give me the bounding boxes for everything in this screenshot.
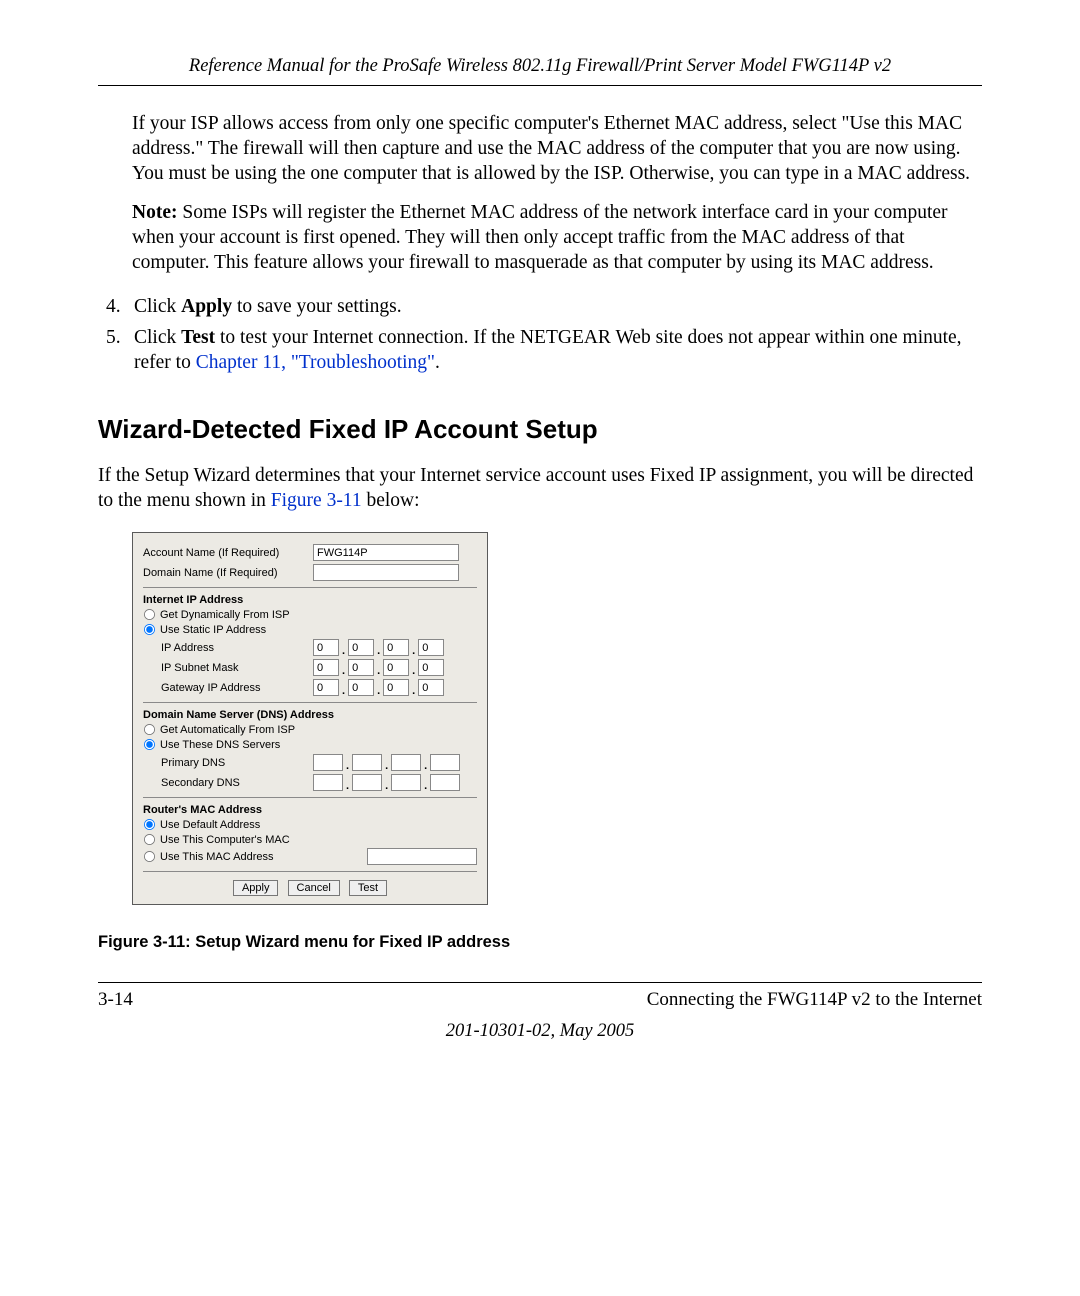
gateway-oct1[interactable] (313, 679, 339, 696)
step-4: 4. Click Apply to save your settings. (106, 294, 982, 319)
separator-3 (143, 797, 477, 798)
ip-address-oct1[interactable] (313, 639, 339, 656)
header-rule (98, 85, 982, 86)
secondary-dns-label: Secondary DNS (143, 777, 313, 789)
footer-chapter: Connecting the FWG114P v2 to the Interne… (647, 989, 982, 1011)
step-4-text-b: to save your settings. (232, 296, 402, 317)
figure-caption: Figure 3-11: Setup Wizard menu for Fixed… (98, 933, 982, 952)
step-4-apply: Apply (181, 296, 232, 317)
subnet-oct3[interactable] (383, 659, 409, 676)
section-dns: Domain Name Server (DNS) Address (143, 709, 477, 721)
radio-static-ip-label: Use Static IP Address (160, 624, 266, 636)
subnet-oct1[interactable] (313, 659, 339, 676)
after-heading-a: If the Setup Wizard determines that your… (98, 465, 973, 511)
step-4-text-a: Click (134, 296, 181, 317)
running-header: Reference Manual for the ProSafe Wireles… (98, 56, 982, 77)
page-number: 3-14 (98, 989, 133, 1011)
link-figure-3-11[interactable]: Figure 3-11 (271, 490, 362, 511)
footer-docid: 201-10301-02, May 2005 (98, 1021, 982, 1042)
step-5: 5. Click Test to test your Internet conn… (106, 325, 982, 376)
radio-dns-use[interactable] (144, 739, 155, 750)
paragraph-mac-intro: If your ISP allows access from only one … (132, 112, 982, 187)
radio-dynamic-isp[interactable] (144, 609, 155, 620)
radio-dns-use-label: Use These DNS Servers (160, 739, 280, 751)
step-5-test: Test (181, 327, 215, 348)
ip-address-oct4[interactable] (418, 639, 444, 656)
gateway-oct2[interactable] (348, 679, 374, 696)
paragraph-note: Note: Some ISPs will register the Ethern… (132, 201, 982, 276)
subnet-mask-label: IP Subnet Mask (143, 662, 313, 674)
section-mac: Router's MAC Address (143, 804, 477, 816)
step-5-text-a: Click (134, 327, 181, 348)
mac-address-input[interactable] (367, 848, 477, 865)
footer-rule (98, 982, 982, 983)
step-5-text-c: . (435, 352, 440, 373)
primary-dns-label: Primary DNS (143, 757, 313, 769)
primary-dns-oct4[interactable] (430, 754, 460, 771)
paragraph-after-heading: If the Setup Wizard determines that your… (98, 464, 982, 514)
secondary-dns-oct4[interactable] (430, 774, 460, 791)
apply-button[interactable]: Apply (233, 880, 279, 896)
gateway-label: Gateway IP Address (143, 682, 313, 694)
radio-mac-default[interactable] (144, 819, 155, 830)
subnet-oct4[interactable] (418, 659, 444, 676)
separator-1 (143, 587, 477, 588)
step-5-number: 5. (106, 325, 134, 376)
secondary-dns-oct3[interactable] (391, 774, 421, 791)
section-internet-ip: Internet IP Address (143, 594, 477, 606)
domain-name-label: Domain Name (If Required) (143, 567, 313, 579)
radio-dns-auto[interactable] (144, 724, 155, 735)
account-name-input[interactable] (313, 544, 459, 561)
gateway-oct3[interactable] (383, 679, 409, 696)
secondary-dns-oct2[interactable] (352, 774, 382, 791)
separator-2 (143, 702, 477, 703)
primary-dns-oct3[interactable] (391, 754, 421, 771)
separator-4 (143, 871, 477, 872)
gateway-oct4[interactable] (418, 679, 444, 696)
radio-mac-computer-label: Use This Computer's MAC (160, 834, 290, 846)
note-body: Some ISPs will register the Ethernet MAC… (132, 202, 948, 273)
domain-name-input[interactable] (313, 564, 459, 581)
primary-dns-oct2[interactable] (352, 754, 382, 771)
radio-mac-default-label: Use Default Address (160, 819, 260, 831)
account-name-label: Account Name (If Required) (143, 547, 313, 559)
primary-dns-oct1[interactable] (313, 754, 343, 771)
ip-address-label: IP Address (143, 642, 313, 654)
ip-address-oct3[interactable] (383, 639, 409, 656)
step-4-number: 4. (106, 294, 134, 319)
secondary-dns-oct1[interactable] (313, 774, 343, 791)
radio-static-ip[interactable] (144, 624, 155, 635)
cancel-button[interactable]: Cancel (288, 880, 340, 896)
section-heading: Wizard-Detected Fixed IP Account Setup (98, 414, 982, 445)
radio-dns-auto-label: Get Automatically From ISP (160, 724, 295, 736)
after-heading-b: below: (362, 490, 420, 511)
radio-mac-this[interactable] (144, 851, 155, 862)
radio-mac-computer[interactable] (144, 834, 155, 845)
subnet-oct2[interactable] (348, 659, 374, 676)
test-button[interactable]: Test (349, 880, 387, 896)
radio-mac-this-label: Use This MAC Address (160, 851, 274, 863)
setup-wizard-panel: Account Name (If Required) Domain Name (… (132, 532, 488, 905)
link-troubleshooting[interactable]: Chapter 11, "Troubleshooting" (196, 352, 435, 373)
radio-dynamic-isp-label: Get Dynamically From ISP (160, 609, 290, 621)
ip-address-oct2[interactable] (348, 639, 374, 656)
note-label: Note: (132, 202, 177, 223)
